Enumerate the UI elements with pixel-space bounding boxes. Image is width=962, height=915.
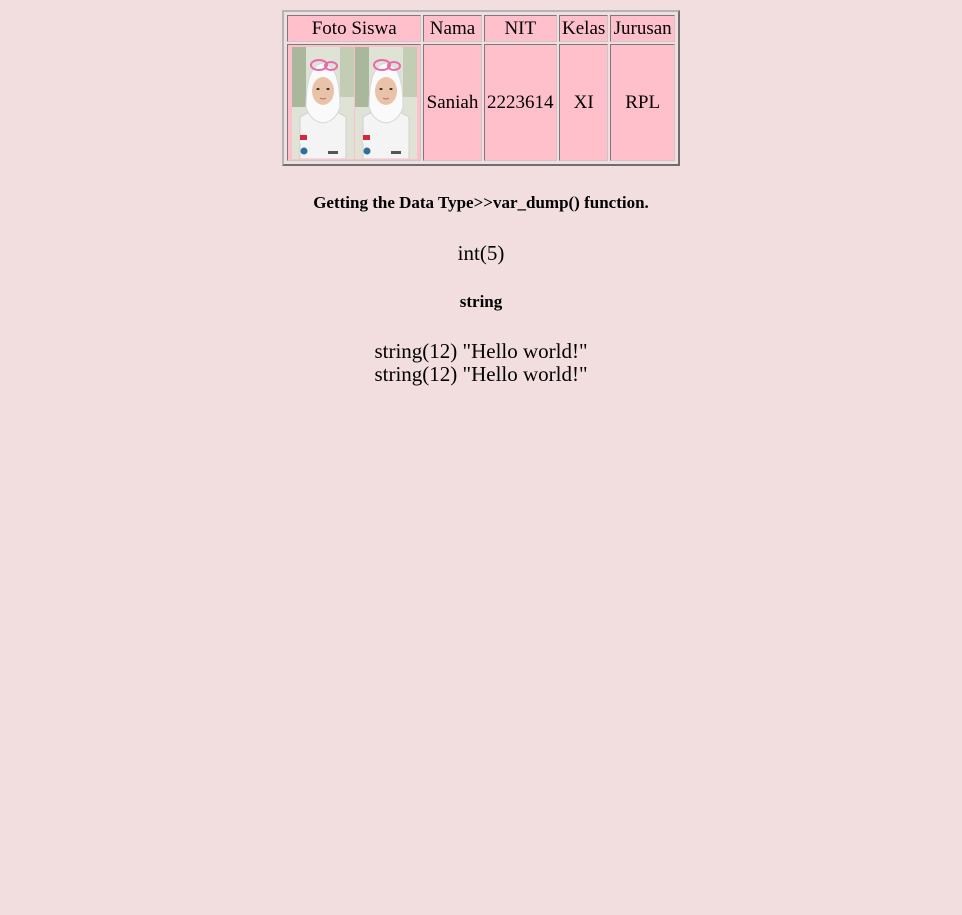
string-output-line-1: string(12) "Hello world!" <box>374 339 588 363</box>
table-row: Saniah 2223614 XI RPL <box>287 44 675 161</box>
int-output-line: int(5) <box>457 241 505 265</box>
cell-nit: 2223614 <box>483 44 558 161</box>
header-kelas: Kelas <box>559 15 609 42</box>
cell-kelas: XI <box>559 44 609 161</box>
student-photo <box>354 46 417 159</box>
header-foto-siswa: Foto Siswa <box>287 15 422 42</box>
cell-nama: Saniah <box>423 44 482 161</box>
string-output-line-2: string(12) "Hello world!" <box>374 362 588 386</box>
table-header-row: Foto Siswa Nama NIT Kelas Jurusan <box>287 15 675 42</box>
var-dump-heading: Getting the Data Type>>var_dump() functi… <box>313 193 649 212</box>
cell-jurusan: RPL <box>610 44 675 161</box>
string-heading: string <box>459 292 503 311</box>
student-photo-cell <box>287 44 422 161</box>
header-nit: NIT <box>483 15 558 42</box>
header-jurusan: Jurusan <box>610 15 675 42</box>
student-photo <box>291 46 354 159</box>
header-nama: Nama <box>423 15 482 42</box>
student-table: Foto Siswa Nama NIT Kelas Jurusan Saniah… <box>282 10 680 166</box>
